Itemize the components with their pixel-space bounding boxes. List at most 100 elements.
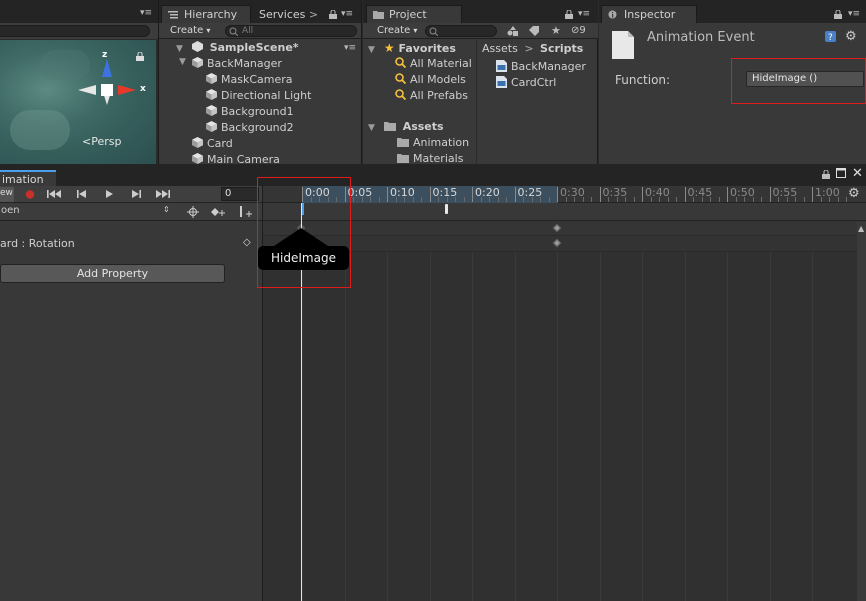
hierarchy-item-label: Card: [207, 137, 233, 150]
gameobject-cube-icon: [192, 57, 203, 68]
ruler-minor-tick: [625, 197, 626, 202]
ruler-minor-tick: [506, 197, 507, 202]
first-keyframe-icon[interactable]: [46, 189, 62, 199]
ruler-major-tick: [514, 187, 516, 202]
clip-dropdown[interactable]: oen ⇕: [0, 205, 175, 219]
settings-gear-icon[interactable]: ⚙: [845, 29, 857, 44]
ruler-minor-tick: [795, 197, 796, 202]
tab-project-label: Project: [389, 8, 427, 21]
hierarchy-item[interactable]: Directional Light: [206, 89, 311, 105]
project-lock-icon[interactable]: [565, 10, 573, 19]
timeline-settings-gear-icon[interactable]: ⚙: [848, 186, 860, 201]
fold-down-icon: ▼: [179, 57, 186, 67]
inspector-menu-icon[interactable]: ▾≡: [848, 9, 860, 19]
hidden-packages-icon[interactable]: ⊘9: [571, 25, 586, 36]
ruler-minor-tick: [531, 197, 533, 202]
favorites-row[interactable]: ▼ ★ Favorites: [368, 41, 456, 57]
hierarchy-item[interactable]: Card: [192, 137, 233, 153]
favorite-star-icon[interactable]: ★: [551, 24, 561, 37]
add-property-label: Add Property: [76, 267, 149, 280]
inspector-lock-icon[interactable]: [834, 10, 842, 19]
ruler-major-tick: [812, 187, 813, 202]
favorites-item[interactable]: All Material: [395, 57, 472, 73]
hierarchy-create-button[interactable]: Create ▾: [170, 25, 210, 36]
search-icon: [429, 27, 438, 36]
persp-label[interactable]: <Persp: [82, 135, 121, 148]
event-lane[interactable]: [263, 203, 866, 221]
hidden-count: 9: [579, 25, 586, 36]
record-button[interactable]: [21, 187, 39, 202]
hierarchy-item[interactable]: ▼ BackManager: [179, 57, 282, 73]
add-property-button[interactable]: Add Property: [0, 264, 225, 283]
scene-row-menu-icon[interactable]: ▾≡: [344, 43, 356, 53]
hierarchy-item[interactable]: Background2: [206, 121, 294, 137]
hierarchy-item-label: BackManager: [207, 57, 282, 70]
unity-scene-icon: [191, 41, 203, 52]
tab-inspector[interactable]: Inspector: [601, 5, 697, 23]
animation-lock-icon[interactable]: [822, 170, 830, 179]
gameobject-cube-icon: [206, 121, 217, 132]
tab-animation[interactable]: imation: [0, 170, 56, 186]
preview-label: ew: [0, 188, 13, 198]
close-icon[interactable]: ✕: [852, 166, 863, 181]
scene-name: SampleScene*: [209, 41, 299, 54]
asset-folder-item[interactable]: Animation: [397, 136, 469, 152]
fold-down-icon: ▼: [176, 44, 183, 54]
scene-menu-icon[interactable]: ▾≡: [140, 9, 152, 18]
ruler-tick-label: 0:50: [730, 186, 755, 199]
ruler-minor-tick: [523, 197, 524, 202]
project-create-button[interactable]: Create ▾: [377, 25, 417, 36]
filter-label-icon[interactable]: [529, 26, 540, 36]
hierarchy-item[interactable]: Background1: [206, 105, 294, 121]
play-icon[interactable]: [104, 189, 114, 199]
property-key-diamond-icon[interactable]: ◇: [243, 237, 251, 248]
favorites-item[interactable]: All Models: [395, 73, 466, 89]
add-key-icon[interactable]: [210, 206, 226, 218]
hierarchy-menu-icon[interactable]: ▾≡: [341, 9, 353, 19]
summary-key-row: [263, 221, 866, 236]
favorites-item[interactable]: All Prefabs: [395, 89, 468, 105]
scene-search-input[interactable]: [0, 25, 150, 37]
scroll-up-icon[interactable]: ▲: [858, 224, 864, 233]
event-marker-2[interactable]: [445, 204, 448, 214]
add-event-icon[interactable]: [238, 205, 254, 218]
ruler-tick-label: 0:05: [347, 186, 373, 199]
next-keyframe-icon[interactable]: [130, 189, 142, 199]
tab-hierarchy[interactable]: Hierarchy: [161, 5, 251, 23]
tab-hierarchy-label: Hierarchy: [184, 8, 238, 21]
ruler-minor-tick: [735, 197, 737, 202]
frame-field[interactable]: 0: [221, 187, 259, 201]
property-row[interactable]: ard : Rotation ◇: [0, 237, 262, 253]
script-item[interactable]: BackManager: [496, 60, 586, 76]
project-search-input[interactable]: [425, 25, 497, 37]
assets-row[interactable]: ▼ Assets: [368, 120, 444, 136]
info-icon: [608, 10, 617, 19]
ruler-major-tick: [599, 187, 601, 202]
last-keyframe-icon[interactable]: [155, 189, 171, 199]
help-icon[interactable]: ?: [825, 31, 836, 42]
grid-line: [557, 252, 558, 601]
maximize-icon[interactable]: [836, 168, 846, 178]
scene-root-row[interactable]: ▼ SampleScene*: [176, 41, 360, 57]
tab-services[interactable]: Services >: [259, 8, 318, 21]
hierarchy-item-label: Background2: [221, 121, 294, 134]
ruler-minor-tick: [752, 197, 754, 202]
script-item[interactable]: CardCtrl: [496, 76, 556, 92]
hierarchy-item[interactable]: MaskCamera: [206, 73, 293, 89]
breadcrumb-scripts[interactable]: Scripts: [540, 42, 583, 55]
tab-project[interactable]: Project: [366, 5, 462, 23]
prev-keyframe-icon[interactable]: [76, 189, 88, 199]
preview-button[interactable]: ew: [0, 187, 14, 202]
grid-line: [642, 252, 643, 601]
hierarchy-search-input[interactable]: All: [225, 25, 357, 37]
ruler-tick-label: 0:40: [645, 186, 670, 199]
scrollbar-vertical[interactable]: [857, 222, 866, 601]
filter-type-icon[interactable]: [507, 26, 519, 36]
ruler-minor-tick: [667, 197, 669, 202]
ruler-minor-tick: [421, 197, 422, 202]
breadcrumb-assets[interactable]: Assets: [482, 42, 518, 55]
project-menu-icon[interactable]: ▾≡: [578, 9, 590, 19]
add-keyframe-icon[interactable]: [187, 206, 199, 218]
hierarchy-lock-icon[interactable]: [329, 10, 337, 19]
lock-icon[interactable]: [136, 52, 144, 61]
